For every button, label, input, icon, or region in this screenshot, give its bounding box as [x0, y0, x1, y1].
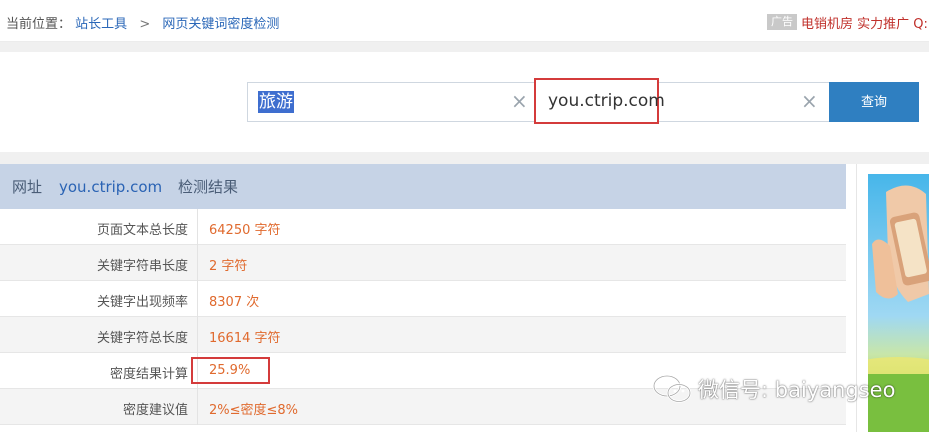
row-label: 关键字符串长度 [96, 259, 188, 274]
clear-keyword-icon[interactable]: × [511, 90, 528, 112]
column-divider [197, 245, 198, 281]
row-label: 密度结果计算 [109, 367, 188, 382]
page: 当前位置： 站长工具 > 网页关键词密度检测 广告 电销机房 实力推广 Q: 旅… [0, 0, 929, 432]
row-label: 密度建议值 [122, 403, 188, 418]
results-header-title: 检测结果 [178, 178, 239, 196]
clear-url-icon[interactable]: × [801, 90, 818, 112]
column-divider [197, 281, 198, 317]
row-value: 64250 字符 [209, 223, 281, 238]
breadcrumb-bar: 当前位置： 站长工具 > 网页关键词密度检测 广告 电销机房 实力推广 Q: [0, 0, 929, 42]
breadcrumb: 当前位置： 站长工具 > 网页关键词密度检测 [6, 13, 279, 32]
divider [0, 42, 929, 52]
url-input-value: you.ctrip.com [548, 91, 665, 111]
row-label: 页面文本总长度 [96, 223, 188, 238]
density-highlight-box [191, 357, 270, 384]
row-label: 关键字出现频率 [96, 295, 188, 310]
table-row: 关键字符总长度 16614 字符 [0, 317, 846, 353]
row-value: 2%≤密度≤8% [209, 403, 299, 418]
divider [0, 152, 929, 164]
column-divider [197, 209, 198, 245]
results-header-label: 网址 [12, 178, 43, 196]
ad-badge: 广告 [767, 14, 797, 30]
breadcrumb-link-webmaster-tools[interactable]: 站长工具 [75, 17, 127, 32]
watermark-text: 微信号: baiyangseo [698, 378, 896, 402]
row-label: 关键字符总长度 [96, 331, 188, 346]
keyword-input-value: 旅游 [258, 91, 294, 113]
breadcrumb-separator: > [139, 17, 151, 32]
breadcrumb-link-keyword-density[interactable]: 网页关键词密度检测 [162, 17, 279, 32]
column-divider [197, 317, 198, 353]
table-row: 关键字符串长度 2 字符 [0, 245, 846, 281]
keyword-input[interactable]: 旅游 [247, 82, 534, 122]
results-header-url[interactable]: you.ctrip.com [59, 177, 162, 197]
table-row: 页面文本总长度 64250 字符 [0, 209, 846, 245]
table-row: 关键字出现频率 8307 次 [0, 281, 846, 317]
row-value: 16614 字符 [209, 331, 281, 346]
breadcrumb-prefix: 当前位置： [6, 17, 72, 32]
row-value: 8307 次 [209, 295, 260, 310]
row-value: 2 字符 [209, 259, 248, 274]
wechat-icon [652, 374, 692, 403]
query-button[interactable]: 查询 [829, 82, 919, 122]
results-header: 网址 you.ctrip.com 检测结果 [0, 164, 846, 209]
ad-link[interactable]: 电销机房 实力推广 Q: [801, 13, 928, 32]
column-divider [197, 389, 198, 425]
